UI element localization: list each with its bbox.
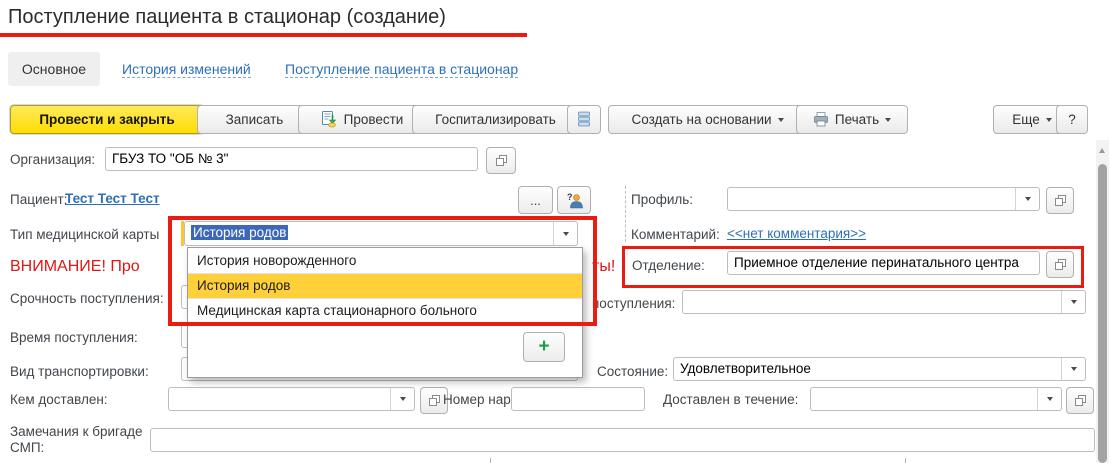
delivered-within-open-button[interactable] xyxy=(1066,387,1094,414)
smp-remarks-label-line1: Замечания к бригаде xyxy=(10,424,143,439)
profile-dropdown-arrow[interactable] xyxy=(1015,188,1039,210)
add-new-button[interactable]: + xyxy=(523,332,565,362)
vertical-scrollbar[interactable] xyxy=(1096,140,1109,463)
smp-remarks-input[interactable] xyxy=(150,428,1095,452)
delivered-within-combobox[interactable] xyxy=(810,387,1062,411)
chevron-down-icon xyxy=(563,232,569,236)
divider xyxy=(490,458,491,463)
scrollbar-thumb[interactable] xyxy=(1098,164,1107,463)
page-title: Поступление пациента в стационар (создан… xyxy=(8,6,446,29)
post-label: Провести xyxy=(344,112,404,127)
printer-icon xyxy=(813,112,829,127)
focus-marker xyxy=(181,221,184,246)
dropdown-option-selected[interactable]: История родов xyxy=(188,274,582,299)
admission-channel-combobox[interactable] xyxy=(682,290,1086,314)
document-movements-button[interactable] xyxy=(567,105,601,134)
profile-combobox[interactable] xyxy=(727,187,1040,211)
dropdown-option[interactable]: Медицинская карта стационарного больного xyxy=(188,299,582,324)
create-based-on-label: Создать на основании xyxy=(631,112,771,127)
chevron-down-icon xyxy=(778,118,784,122)
create-based-on-button[interactable]: Создать на основании xyxy=(608,105,807,134)
state-value: Удовлетворительное xyxy=(680,361,811,376)
comment-label: Комментарий: xyxy=(631,227,720,242)
state-combobox[interactable]: Удовлетворительное xyxy=(673,357,1086,381)
patient-label: Пациент: xyxy=(10,192,67,207)
card-type-combobox[interactable]: История родов xyxy=(184,221,578,246)
more-label: Еще xyxy=(1012,112,1039,127)
save-button[interactable]: Записать xyxy=(197,105,312,134)
svg-text:?: ? xyxy=(567,192,573,202)
chevron-down-icon xyxy=(1025,197,1031,201)
chevron-down-icon xyxy=(885,118,891,122)
hospitalize-label: Госпитализировать xyxy=(435,112,556,127)
open-icon xyxy=(495,154,508,167)
delivered-within-label: Доставлен в течение: xyxy=(663,392,798,407)
warning-text-right: ты! xyxy=(592,258,615,276)
open-icon xyxy=(428,394,441,407)
patient-ellipsis-button[interactable]: ... xyxy=(518,186,553,214)
urgency-label: Срочность поступления: xyxy=(10,291,164,306)
tab-admission[interactable]: Поступление пациента в стационар xyxy=(285,61,518,78)
delivered-by-dropdown-arrow[interactable] xyxy=(390,388,414,410)
print-label: Печать xyxy=(835,112,879,127)
patient-link[interactable]: Тест Тест Тест xyxy=(65,191,160,206)
state-dropdown-arrow[interactable] xyxy=(1061,358,1085,380)
order-number-input[interactable] xyxy=(511,387,645,411)
chevron-down-icon xyxy=(1071,367,1077,371)
department-field[interactable]: Приемное отделение перинатального центра xyxy=(727,251,1040,275)
tab-history[interactable]: История изменений xyxy=(122,61,251,78)
admission-channel-dropdown-arrow[interactable] xyxy=(1061,291,1085,313)
organization-field[interactable]: ГБУЗ ТО "ОБ № 3" xyxy=(105,147,478,171)
comment-link[interactable]: <<нет комментария>> xyxy=(727,226,866,241)
state-label: Состояние: xyxy=(597,364,668,379)
profile-label: Профиль: xyxy=(631,192,693,207)
register-records-icon xyxy=(576,111,592,128)
dropdown-option[interactable]: История новорожденного xyxy=(188,249,582,274)
post-button[interactable]: Провести xyxy=(298,105,426,134)
admission-channel-label: поступления: xyxy=(592,296,675,311)
open-icon xyxy=(1074,394,1087,407)
smp-remarks-label-line2: СМП: xyxy=(10,440,44,455)
admission-form-window: Поступление пациента в стационар (создан… xyxy=(0,0,1111,463)
scroll-up-arrow-icon[interactable] xyxy=(1099,148,1105,153)
help-button[interactable]: ? xyxy=(1056,105,1088,134)
card-type-dropdown-list: История новорожденного История родов Мед… xyxy=(187,247,583,378)
help-label: ? xyxy=(1068,112,1076,127)
hospitalize-button[interactable]: Госпитализировать xyxy=(412,105,579,134)
save-label: Записать xyxy=(226,112,284,127)
card-type-dropdown-arrow[interactable] xyxy=(553,222,577,245)
patient-search-button[interactable]: ? xyxy=(557,186,591,214)
ellipsis-label: ... xyxy=(530,193,541,208)
post-document-icon xyxy=(321,111,338,128)
department-label: Отделение: xyxy=(632,258,705,273)
organization-label: Организация: xyxy=(10,152,95,167)
chevron-down-icon xyxy=(400,397,406,401)
column-separator xyxy=(625,186,626,242)
delivered-by-label: Кем доставлен: xyxy=(10,392,108,407)
card-type-label: Тип медицинской карты xyxy=(10,227,159,242)
plus-icon: + xyxy=(538,336,549,358)
print-button[interactable]: Печать xyxy=(796,105,908,134)
patient-question-icon: ? xyxy=(566,192,583,209)
post-and-close-button[interactable]: Провести и закрыть xyxy=(10,105,204,134)
transport-type-label: Вид транспортировки: xyxy=(10,364,149,379)
chevron-down-icon xyxy=(1071,300,1077,304)
open-icon xyxy=(1054,258,1067,271)
card-type-value: История родов xyxy=(191,225,288,240)
warning-text-left: ВНИМАНИЕ! Про xyxy=(10,258,187,276)
organization-open-button[interactable] xyxy=(486,147,516,174)
admission-time-label: Время поступления: xyxy=(10,330,138,345)
open-icon xyxy=(1054,194,1067,207)
delivered-within-dropdown-arrow[interactable] xyxy=(1037,388,1061,410)
profile-open-button[interactable] xyxy=(1046,187,1074,214)
chevron-down-icon xyxy=(1047,397,1053,401)
tab-main[interactable]: Основное xyxy=(8,52,100,86)
chevron-down-icon xyxy=(1046,118,1052,122)
department-open-button[interactable] xyxy=(1046,251,1074,278)
annotation-title-underline xyxy=(0,33,527,37)
delivered-by-combobox[interactable] xyxy=(168,387,415,411)
tab-main-label: Основное xyxy=(22,61,86,77)
post-and-close-label: Провести и закрыть xyxy=(39,112,174,127)
divider xyxy=(905,458,906,463)
